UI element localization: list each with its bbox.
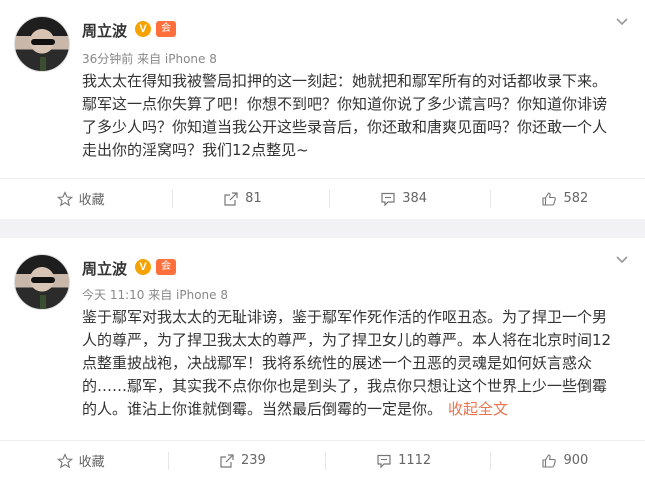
tie-shape: [40, 295, 46, 309]
thumbs-up-icon: [542, 453, 557, 468]
chevron-down-icon[interactable]: [615, 252, 629, 266]
weibo-post-2: 周立波 V 会 今天 11:10 来自 iPhone 8 鉴于鄢军对我太太的无耻…: [0, 238, 645, 481]
comment-icon: [377, 454, 391, 468]
repost-count: 239: [240, 453, 266, 468]
share-icon: [224, 191, 238, 206]
favorite-label: 收藏: [78, 193, 105, 208]
like-count: 900: [563, 453, 589, 468]
tie-shape: [40, 57, 46, 71]
repost-count: 81: [245, 191, 262, 206]
avatar[interactable]: [14, 16, 70, 72]
post-time-source[interactable]: 今天 11:10 来自 iPhone 8: [82, 286, 228, 303]
post-text-line: 的人。谁沾上你谁就倒霉。当然最后倒霉的一定是你。 收起全文: [82, 398, 628, 421]
action-bar: 收藏 81 384 582: [0, 178, 645, 218]
repost-button[interactable]: 239: [161, 441, 322, 480]
user-name[interactable]: 周立波: [82, 258, 127, 279]
star-icon: [56, 190, 73, 206]
like-button[interactable]: 900: [484, 441, 645, 480]
collapse-full-text-link[interactable]: 收起全文: [448, 400, 508, 418]
glasses-shape: [31, 277, 55, 283]
post-text-line: 我太太在得知我被警局扣押的这一刻起：她就把和鄢军所有的对话都收录下来。: [82, 72, 608, 90]
user-name[interactable]: 周立波: [82, 20, 127, 41]
post-text-last: 的人。谁沾上你谁就倒霉。当然最后倒霉的一定是你。: [82, 400, 443, 418]
comment-count: 1112: [398, 453, 432, 468]
post-text-line: 走出你的淫窝吗？我们12点整见~: [82, 141, 309, 159]
comment-icon: [381, 192, 395, 206]
favorite-label: 收藏: [78, 455, 105, 470]
post-text: 我太太在得知我被警局扣押的这一刻起：她就把和鄢军所有的对话都收录下来。 鄢军这一…: [82, 70, 628, 162]
member-badge-icon: 会: [156, 259, 176, 275]
post-text-line: 了多少人吗？你知道当我公开这些录音后，你还敢和唐爽见面吗？你还敢一个人: [82, 118, 608, 136]
favorite-button[interactable]: 收藏: [0, 441, 161, 480]
post-text-line: 的……鄢军，其实我不点你你也是到头了，我点你只想让这个世界上少一些倒霉: [82, 377, 608, 395]
like-count: 582: [563, 191, 589, 206]
like-button[interactable]: 582: [484, 179, 645, 218]
post-text-line: 鄢军这一点你失算了吧！你想不到吧？你知道你说了多少谎言吗？你知道你诽谤: [82, 95, 608, 113]
post-text-line: 鉴于鄢军对我太太的无耻诽谤，鉴于鄢军作死作活的作呕丑态。为了捍卫一个男: [82, 308, 608, 326]
post-time-source[interactable]: 36分钟前 来自 iPhone 8: [82, 50, 217, 67]
repost-button[interactable]: 81: [161, 179, 322, 218]
avatar[interactable]: [14, 254, 70, 310]
glasses-shape: [31, 39, 55, 45]
comment-button[interactable]: 1112: [323, 441, 484, 480]
favorite-button[interactable]: 收藏: [0, 179, 161, 218]
star-icon: [56, 452, 73, 468]
chevron-down-icon[interactable]: [615, 14, 629, 28]
thumbs-up-icon: [542, 191, 557, 206]
weibo-post-1: 周立波 V 会 36分钟前 来自 iPhone 8 我太太在得知我被警局扣押的这…: [0, 0, 645, 219]
comment-button[interactable]: 384: [323, 179, 484, 218]
post-text: 鉴于鄢军对我太太的无耻诽谤，鉴于鄢军作死作活的作呕丑态。为了捍卫一个男 人的尊严…: [82, 306, 628, 421]
comment-count: 384: [402, 191, 428, 206]
share-icon: [220, 453, 234, 468]
verified-badge-icon: V: [135, 259, 151, 275]
post-text-line: 点整重披战袍，决战鄢军！我将系统性的展述一个丑恶的灵魂是如何妖言惑众: [82, 354, 593, 372]
verified-badge-icon: V: [135, 21, 151, 37]
post-text-line: 人的尊严，为了捍卫我太太的尊严，为了捍卫女儿的尊严。本人将在北京时间12: [82, 331, 612, 349]
action-bar: 收藏 239 1112 900: [0, 440, 645, 480]
member-badge-icon: 会: [156, 21, 176, 37]
